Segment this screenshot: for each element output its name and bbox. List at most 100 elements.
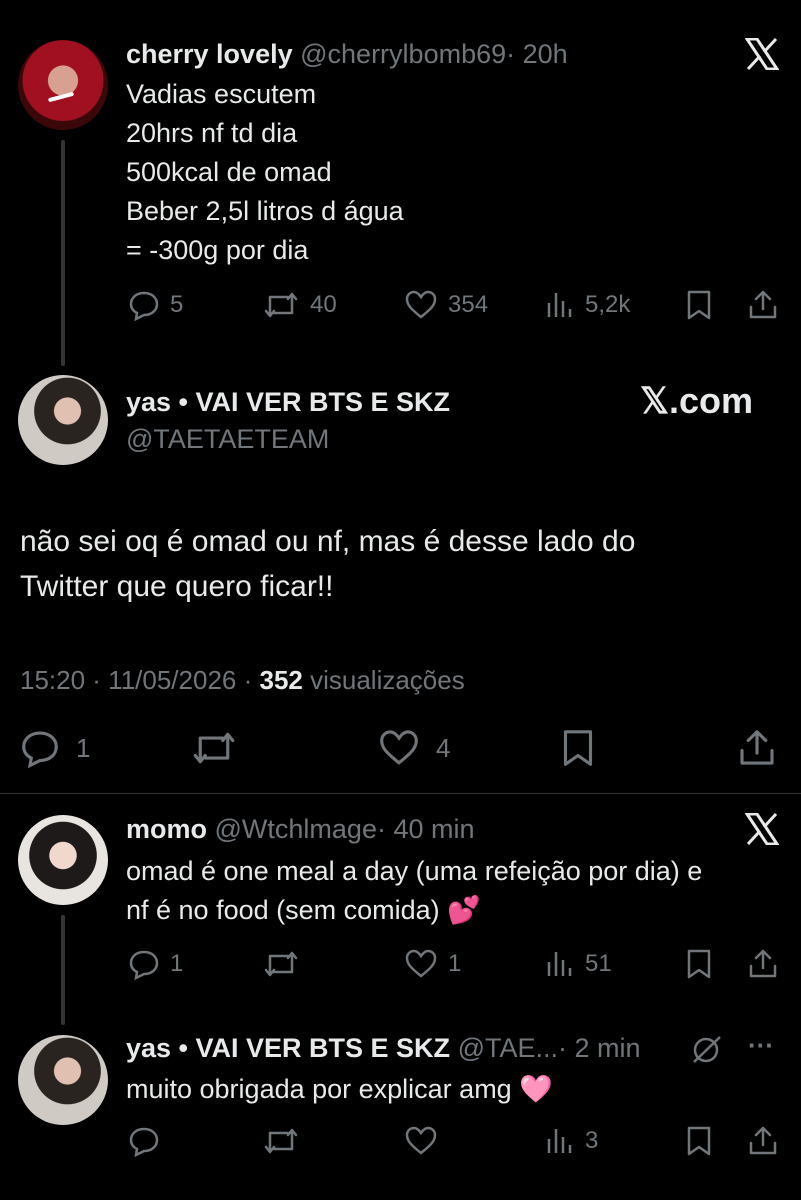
like-count: 1 (448, 950, 462, 977)
tweet-line: 500kcal de omad (126, 157, 332, 187)
analytics-icon (547, 952, 572, 976)
timestamp[interactable]: 15:20 · 11/05/2026 · (20, 665, 259, 695)
x-logo-icon (745, 813, 779, 845)
reply-icon (22, 731, 58, 768)
tweet-line: não sei oq é omad ou nf, mas é desse lad… (20, 525, 636, 558)
reply-icon (129, 950, 159, 980)
repost-icon (193, 732, 235, 764)
reply-icon (129, 291, 159, 321)
display-name[interactable]: yas • VAI VER BTS E SKZ (126, 1033, 450, 1063)
tweet-text: omad é one meal a day (uma refeição por … (126, 852, 702, 930)
share-button[interactable] (748, 1125, 778, 1157)
more-options-button[interactable]: ··· (748, 1030, 774, 1061)
tweet-header: cherry lovely @cherrylbomb69· 20h (126, 37, 568, 71)
repost-icon (264, 292, 298, 318)
tweet-line: 20hrs nf td dia (126, 118, 298, 148)
handle[interactable]: @cherrylbomb69 (300, 39, 506, 69)
repost-button[interactable] (190, 728, 238, 768)
like-button[interactable] (404, 1125, 438, 1157)
like-count: 354 (448, 291, 489, 318)
avatar[interactable] (18, 40, 108, 130)
tweet-line: Vadias escutem (126, 79, 317, 109)
like-button[interactable]: 4 (378, 728, 450, 768)
reply-button[interactable]: 1 (128, 948, 183, 980)
display-name[interactable]: yas • VAI VER BTS E SKZ (126, 385, 450, 419)
analytics-icon (547, 1129, 572, 1153)
tweet-text: muito obrigada por explicar amg 🩷 (126, 1070, 553, 1109)
views-button[interactable]: 3 (545, 1125, 598, 1157)
like-count: 4 (436, 732, 451, 763)
repost-button[interactable] (262, 948, 300, 980)
share-icon (749, 1126, 777, 1155)
bookmark-icon (687, 1126, 711, 1156)
views-count: 51 (585, 950, 612, 977)
heart-icon (405, 949, 437, 978)
tweet-header: momo @Wtchlmage· 40 min (126, 812, 475, 846)
avatar[interactable] (18, 1035, 108, 1125)
reply-icon (129, 1127, 159, 1157)
share-icon (740, 730, 774, 765)
share-button[interactable] (738, 728, 776, 768)
share-button[interactable] (748, 289, 778, 321)
timestamp[interactable]: · 40 min (377, 814, 475, 844)
repost-button[interactable]: 40 (262, 289, 337, 321)
display-name[interactable]: momo (126, 814, 207, 844)
analytics-icon (547, 293, 572, 317)
views-count: 3 (585, 1127, 599, 1154)
views-count: 5,2k (585, 291, 631, 318)
tweet-line: Twitter que quero ficar!! (20, 570, 334, 603)
reply-button[interactable] (128, 1125, 160, 1157)
tweet-line: muito obrigada por explicar amg 🩷 (126, 1074, 553, 1104)
like-button[interactable]: 354 (404, 289, 488, 321)
x-logo-icon (745, 38, 779, 70)
bookmark-button[interactable] (685, 948, 713, 980)
tweet-line: Beber 2,5l litros d água (126, 196, 404, 226)
bookmark-icon (687, 949, 711, 979)
reply-button[interactable]: 5 (128, 289, 183, 321)
handle[interactable]: @TAETAETEAM (126, 422, 329, 456)
share-button[interactable] (748, 948, 778, 980)
views-label: visualizações (302, 665, 465, 695)
avatar[interactable] (18, 375, 108, 465)
reply-button[interactable]: 1 (20, 728, 90, 768)
timestamp[interactable]: · 20h (506, 39, 568, 69)
divider (0, 793, 801, 794)
views-button[interactable]: 51 (545, 948, 612, 980)
bookmark-button[interactable] (685, 1125, 713, 1157)
timestamp[interactable]: · 2 min (558, 1033, 641, 1063)
thread-line (61, 915, 65, 1025)
repost-button[interactable] (262, 1125, 300, 1157)
repost-icon (264, 951, 298, 977)
bookmark-icon (563, 730, 593, 766)
tweet-text: Vadias escutem 20hrs nf td dia 500kcal d… (126, 75, 404, 270)
brand-label: 𝕏.com (640, 380, 754, 421)
bookmark-button[interactable] (560, 728, 596, 768)
repost-count: 40 (310, 291, 337, 318)
views-count: 352 (259, 665, 303, 695)
grok-icon[interactable] (690, 1033, 724, 1065)
tweet-line: = -300g por dia (126, 235, 309, 265)
reply-count: 1 (76, 732, 91, 763)
share-icon (749, 290, 777, 319)
repost-icon (264, 1128, 298, 1154)
tweet-line: nf é no food (sem comida) 💕 (126, 895, 481, 925)
handle[interactable]: @TAE... (458, 1033, 558, 1063)
like-button[interactable]: 1 (404, 948, 461, 980)
heart-icon (380, 730, 418, 765)
handle[interactable]: @Wtchlmage (215, 814, 377, 844)
reply-count: 5 (170, 291, 184, 318)
avatar[interactable] (18, 815, 108, 905)
tweet-header: yas • VAI VER BTS E SKZ @TAE...· 2 min (126, 1031, 641, 1065)
bookmark-button[interactable] (685, 289, 713, 321)
tweet-meta: 15:20 · 11/05/2026 · 352 visualizações (20, 665, 465, 696)
tweet-line: omad é one meal a day (uma refeição por … (126, 856, 703, 886)
display-name[interactable]: cherry lovely (126, 39, 293, 69)
reply-count: 1 (170, 950, 184, 977)
bookmark-icon (687, 290, 711, 320)
views-button[interactable]: 5,2k (545, 289, 630, 321)
share-icon (749, 949, 777, 978)
thread-line (61, 140, 65, 366)
heart-icon (405, 290, 437, 319)
heart-icon (405, 1126, 437, 1155)
tweet-text: não sei oq é omad ou nf, mas é desse lad… (20, 519, 635, 609)
